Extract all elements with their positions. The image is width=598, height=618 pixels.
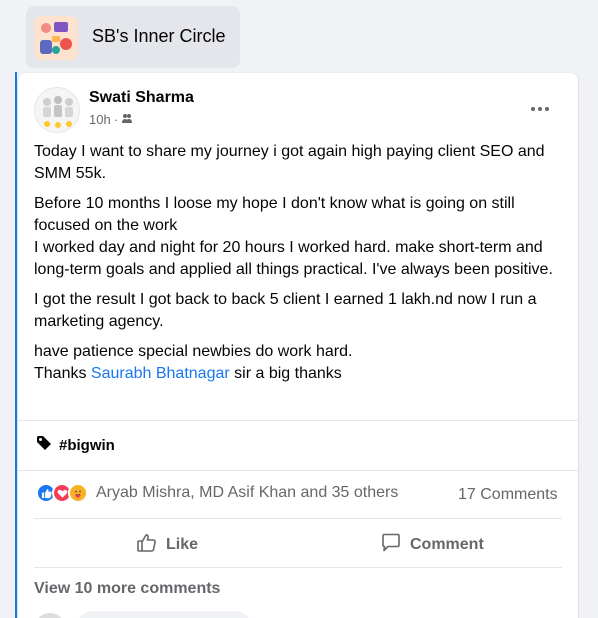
- divider: [34, 567, 562, 568]
- comment-button[interactable]: Comment: [380, 528, 484, 562]
- comment-bubble: [76, 611, 252, 618]
- more-options-button[interactable]: [526, 95, 554, 123]
- group-name[interactable]: SB's Inner Circle: [92, 26, 225, 47]
- group-audience-icon: [121, 112, 133, 127]
- thumbs-up-icon: [136, 532, 158, 559]
- like-label: Like: [166, 536, 199, 553]
- topic-tag[interactable]: #bigwin: [36, 435, 115, 455]
- mention-link[interactable]: Saurabh Bhatnagar: [91, 365, 230, 382]
- divider: [18, 420, 578, 421]
- comments-count[interactable]: 17 Comments: [458, 486, 558, 504]
- divider: [18, 470, 578, 471]
- post-card: Swati Sharma 10h · Today I want to share…: [18, 73, 578, 618]
- post-line: have patience special newbies do work ha…: [34, 343, 353, 360]
- commenter-avatar[interactable]: [34, 613, 66, 618]
- post-paragraph: have patience special newbies do work ha…: [34, 341, 564, 385]
- group-illustration-icon: [34, 16, 78, 60]
- author-name[interactable]: Swati Sharma: [89, 89, 194, 107]
- reaction-names[interactable]: Aryab Mishra, MD Asif Khan and 35 others: [96, 484, 398, 502]
- meta-separator: ·: [113, 112, 119, 127]
- more-dot: [538, 107, 542, 111]
- tag-label: #bigwin: [59, 436, 115, 454]
- post-meta: 10h ·: [89, 112, 133, 127]
- scroll-indicator: [15, 72, 17, 618]
- group-header: SB's Inner Circle: [0, 0, 598, 72]
- divider: [34, 518, 562, 519]
- comment-bubble-icon: [380, 532, 402, 559]
- reaction-summary[interactable]: Aryab Mishra, MD Asif Khan and 35 others: [36, 483, 398, 503]
- more-dot: [545, 107, 549, 111]
- group-chip[interactable]: SB's Inner Circle: [26, 6, 240, 68]
- tag-icon: [36, 435, 52, 455]
- comment-label: Comment: [410, 536, 484, 553]
- post-line: I worked day and night for 20 hours I wo…: [34, 239, 553, 278]
- author-avatar[interactable]: [34, 87, 80, 133]
- like-button[interactable]: Like: [136, 528, 198, 562]
- post-time[interactable]: 10h: [89, 112, 111, 127]
- view-more-comments[interactable]: View 10 more comments: [34, 580, 220, 598]
- more-dot: [531, 107, 535, 111]
- post-line-suffix: sir a big thanks: [229, 365, 342, 382]
- post-paragraph: Before 10 months I loose my hope I don't…: [34, 193, 564, 281]
- post-line-prefix: Thanks: [34, 365, 91, 382]
- care-reaction-icon: [68, 483, 88, 503]
- post-paragraph: Today I want to share my journey i got a…: [34, 143, 545, 182]
- post-line: Before 10 months I loose my hope I don't…: [34, 195, 515, 234]
- post-body: Today I want to share my journey i got a…: [34, 141, 564, 393]
- post-paragraph: I got the result I got back to back 5 cl…: [34, 291, 537, 330]
